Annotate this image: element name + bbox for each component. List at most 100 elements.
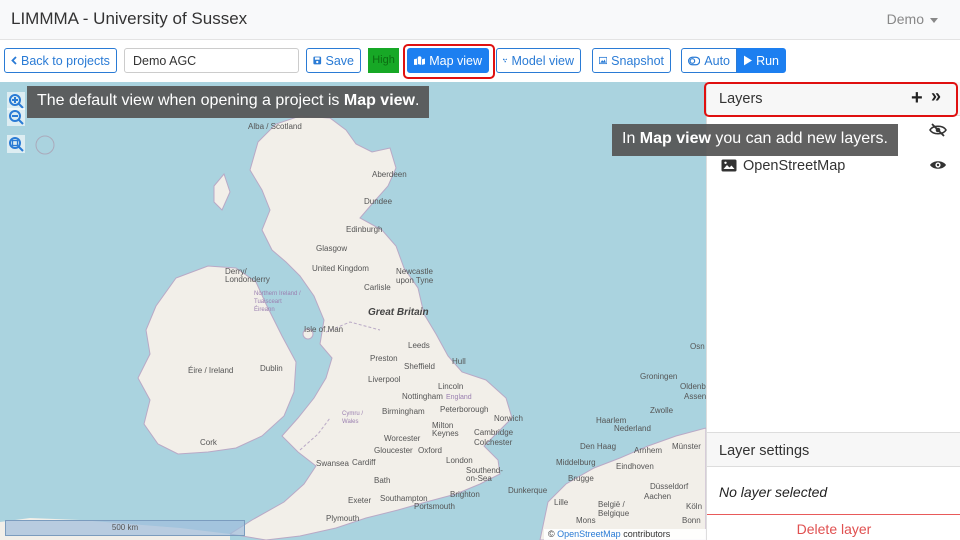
map-label: Preston (370, 354, 398, 363)
map-label: Sheffield (404, 362, 435, 371)
map-label: Éire / Ireland (188, 366, 234, 375)
save-label: Save (325, 53, 355, 68)
attribution-link[interactable]: OpenStreetMap (557, 529, 621, 539)
map-label: Cork (200, 438, 217, 447)
map-label: Münster (672, 442, 701, 451)
map-background (0, 82, 706, 540)
top-navbar: LIMMMA - University of Sussex Demo (0, 0, 960, 40)
toggle-off-icon (688, 56, 701, 65)
map-label: Plymouth (326, 514, 360, 523)
map-label: Zwolle (650, 406, 674, 415)
map-label: Isle of Man (304, 325, 344, 334)
map-label: Liverpool (368, 375, 401, 384)
user-menu[interactable]: Demo (887, 11, 938, 27)
image-icon (721, 159, 737, 172)
map-label: Nederland (614, 424, 651, 433)
run-button[interactable]: Run (737, 48, 786, 73)
quality-badge[interactable]: High (368, 48, 399, 73)
map-label: Exeter (348, 496, 372, 505)
app-title[interactable]: LIMMMA - University of Sussex (11, 9, 247, 29)
map-label: Colchester (474, 438, 513, 447)
map-label: Lille (554, 498, 569, 507)
map-label: Bath (374, 476, 391, 485)
map-label: Edinburgh (346, 225, 383, 234)
map-label: Northern Ireland / Tuaisceart Éireann (254, 291, 301, 313)
eye-slash-icon[interactable] (929, 123, 947, 137)
map-label: London (446, 456, 473, 465)
map-label: Lincoln (438, 382, 464, 391)
no-layer-text: No layer selected (719, 484, 828, 500)
map-view-tooltip: The default view when opening a project … (27, 86, 430, 118)
project-name-input[interactable] (124, 48, 299, 73)
auto-toggle[interactable]: Auto (681, 48, 737, 73)
map-label: Mons (576, 516, 596, 525)
map-label: Köln (686, 502, 703, 511)
zoom-extent-icon[interactable] (7, 135, 25, 153)
delete-layer-button[interactable]: Delete layer (707, 514, 960, 540)
snapshot-icon (599, 56, 608, 65)
location-circle-icon (35, 135, 55, 155)
map-label: Den Haag (580, 442, 617, 451)
map-label: Dundee (364, 197, 393, 206)
snapshot-button[interactable]: Snapshot (592, 48, 671, 73)
map-label: Gloucester (374, 446, 413, 455)
map-view-highlight (403, 44, 495, 79)
map-label: Great Britain (368, 307, 429, 318)
map-label: Alba / Scotland (248, 122, 302, 131)
map-label: Derry/ Londonderry (225, 267, 270, 284)
map-label: Osn (690, 342, 705, 351)
map-label: Cambridge (474, 428, 514, 437)
model-view-label: Model view (511, 53, 574, 68)
map-label: Haarlem (596, 416, 627, 425)
map-label: Glasgow (316, 244, 348, 253)
project-diagram-icon (503, 58, 508, 63)
map-label: Oldenburg (680, 382, 706, 391)
map-label: Birmingham (382, 407, 425, 416)
map-label: Arnhem (634, 446, 663, 455)
scale-bar: 500 km (5, 520, 245, 536)
layer-row-openstreetmap[interactable]: OpenStreetMap (707, 155, 960, 177)
layers-highlight (704, 82, 958, 117)
map-label: Groningen (640, 372, 678, 381)
map-label: Bonn (682, 516, 701, 525)
map-label: Brighton (450, 490, 480, 499)
user-name: Demo (886, 11, 924, 27)
layer-settings-header: Layer settings (707, 432, 960, 467)
save-button[interactable]: Save (306, 48, 361, 73)
map-label: England (446, 394, 472, 401)
layer-settings-title: Layer settings (719, 443, 810, 459)
map-attribution: © OpenStreetMap contributors (544, 529, 706, 540)
map-label: Dublin (260, 364, 283, 373)
map-label: Swansea (316, 459, 349, 468)
chevron-left-icon (11, 56, 17, 65)
map-label: Worcester (384, 434, 421, 443)
map-label: Aberdeen (372, 170, 407, 179)
map-label: Carlisle (364, 283, 391, 292)
map-label: Düsseldorf (650, 482, 689, 491)
zoom-out-icon[interactable] (7, 108, 25, 126)
map-label: Cymru / Wales (342, 411, 363, 425)
map-label: Hull (452, 357, 466, 366)
map-label: Nottingham (402, 392, 443, 401)
snapshot-label: Snapshot (611, 53, 664, 68)
map-label: Norwich (494, 414, 523, 423)
map-canvas[interactable]: Alba / Scotland Aberdeen Dundee Edinburg… (0, 82, 706, 540)
map-label: Peterborough (440, 405, 489, 414)
map-label: Oxford (418, 446, 443, 455)
map-label: Assen (684, 392, 706, 401)
model-view-button[interactable]: Model view (496, 48, 581, 73)
map-label: Dunkerque (508, 486, 548, 495)
run-label: Run (756, 53, 779, 68)
map-label: Brugge (568, 474, 594, 483)
eye-icon[interactable] (929, 158, 947, 172)
back-label: Back to projects (21, 53, 110, 68)
map-label: Middelburg (556, 458, 596, 467)
auto-label: Auto (704, 53, 730, 68)
map-label: Newcastle upon Tyne (396, 267, 434, 285)
caret-down-icon (930, 17, 938, 23)
floppy-disk-icon (313, 56, 322, 65)
layers-tooltip: In Map view you can add new layers. (612, 124, 898, 156)
map-label: Southend-on-Sea (466, 466, 503, 483)
map-label: Portsmouth (414, 502, 455, 511)
back-to-projects-button[interactable]: Back to projects (4, 48, 117, 73)
